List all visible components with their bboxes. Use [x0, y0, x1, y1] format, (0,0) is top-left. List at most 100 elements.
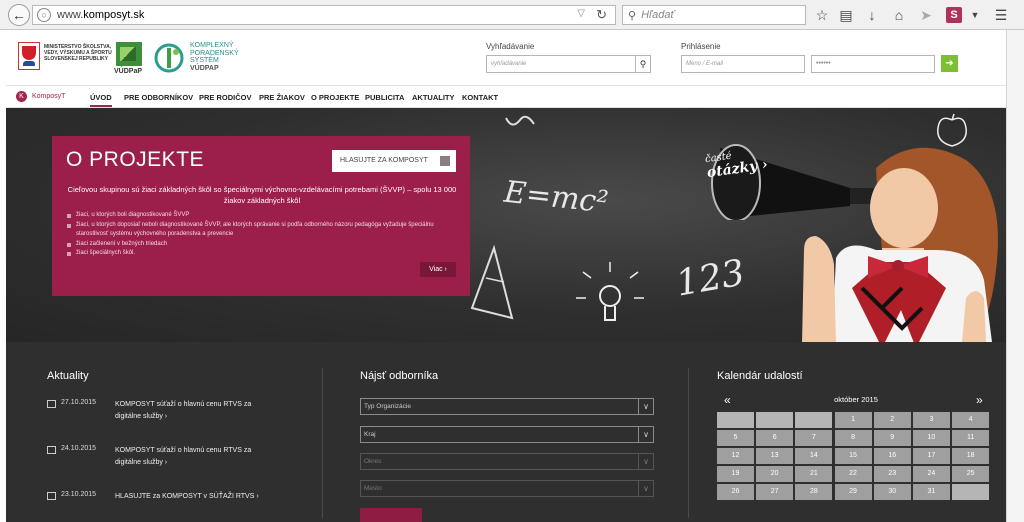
vudpp-logo[interactable]: [116, 42, 142, 66]
news-link[interactable]: KOMPOSYT súťaží o hlavnú cenu RTVS za di…: [115, 399, 275, 423]
calendar-empty-cell: [756, 412, 794, 428]
extension-menu-chevron-icon[interactable]: ▼: [966, 6, 984, 24]
login-email-field[interactable]: Meno / E-mail: [681, 55, 805, 73]
nav-item-pre-odbornikov[interactable]: PRE ODBORNÍKOV: [124, 93, 193, 102]
calendar-day[interactable]: 14: [795, 448, 833, 464]
calendar-day[interactable]: 1: [834, 412, 872, 428]
calendar-day[interactable]: 22: [834, 466, 872, 482]
browser-search-box[interactable]: ⚲ Hľadať: [622, 5, 806, 25]
nav-item-aktuality[interactable]: AKTUALITY: [412, 93, 455, 102]
calendar-day[interactable]: 9: [873, 430, 911, 446]
district-select[interactable]: Okres ∨: [360, 453, 654, 470]
send-icon[interactable]: ➤: [917, 6, 935, 24]
bottom-section: Aktuality 27.10.2015 KOMPOSYT súťaží o h…: [6, 342, 1006, 522]
list-item: žiaci špeciálnych škôl.: [66, 249, 458, 259]
calendar-day[interactable]: 20: [756, 466, 794, 482]
news-date: 23.10.2015: [61, 491, 97, 498]
promo-lead: Cieľovou skupinou sú žiaci základných šk…: [67, 185, 457, 205]
city-select[interactable]: Mesto ∨: [360, 480, 654, 497]
search-button[interactable]: ⚲: [636, 55, 651, 73]
organization-type-select[interactable]: Typ Organizácie ∨: [360, 398, 654, 415]
calendar-day[interactable]: 15: [834, 448, 872, 464]
nav-brand[interactable]: K KomposyT: [16, 91, 65, 102]
news-link[interactable]: KOMPOSYT súťaží o hlavnú cenu RTVS za di…: [115, 445, 275, 469]
nav-brand-label: KomposyT: [32, 93, 66, 100]
calendar-icon: [47, 446, 56, 454]
region-select[interactable]: Kraj ∨: [360, 426, 654, 443]
list-item: žiaci, u ktorých boli diagnostikované ŠV…: [66, 211, 458, 221]
back-icon[interactable]: ←: [8, 4, 30, 26]
news-date: 24.10.2015: [61, 445, 97, 452]
calendar-day[interactable]: 5: [717, 430, 754, 446]
calendar-title: Kalendár udalostí: [717, 370, 803, 382]
browser-search-placeholder: Hľadať: [641, 9, 675, 21]
calendar-day[interactable]: 7: [795, 430, 833, 446]
calendar-day[interactable]: 19: [717, 466, 754, 482]
nav-item-publicita[interactable]: PUBLICITA: [365, 93, 404, 102]
globe-icon: ○: [37, 8, 51, 22]
calendar-next-button[interactable]: »: [976, 393, 983, 407]
list-item: žiaci začlenení v bežných triedach: [66, 240, 458, 250]
bookmark-star-icon[interactable]: ☆: [813, 6, 831, 24]
download-icon[interactable]: ↓: [863, 6, 881, 24]
kps-logo[interactable]: [154, 42, 184, 74]
promo-bullet-list: žiaci, u ktorých boli diagnostikované ŠV…: [66, 211, 458, 259]
nav-item-pre-ziakov[interactable]: PRE ŽIAKOV: [259, 93, 305, 102]
calendar-grid: 1 2 3 4 5 6 7 8 9 10 11 12 13 14 15 16 17 18 19 20 21 22 23 24 2…: [717, 412, 993, 500]
extension-s-icon[interactable]: S: [946, 7, 962, 23]
nav-item-pre-rodicov[interactable]: PRE RODIČOV: [199, 93, 252, 102]
calendar-day[interactable]: 21: [795, 466, 833, 482]
login-button[interactable]: ➔: [941, 55, 958, 72]
login-label: Prihlásenie: [681, 42, 721, 51]
calendar-day[interactable]: 26: [717, 484, 754, 500]
calendar-day[interactable]: 11: [952, 430, 990, 446]
dropdown-icon[interactable]: ▽: [577, 8, 585, 19]
reading-list-icon[interactable]: ▤: [837, 6, 855, 24]
calendar-day[interactable]: 31: [912, 484, 950, 500]
calendar-day[interactable]: 24: [912, 466, 950, 482]
calendar-day[interactable]: 12: [717, 448, 754, 464]
address-bar[interactable]: ○ www.komposyt.sk ▽ ↻: [32, 5, 616, 25]
more-button[interactable]: Viac ›: [420, 262, 456, 277]
home-icon[interactable]: ⌂: [890, 6, 908, 24]
reload-icon[interactable]: ↻: [596, 7, 607, 23]
calendar-day[interactable]: 2: [873, 412, 911, 428]
calendar-day[interactable]: 18: [952, 448, 990, 464]
calendar-day[interactable]: 16: [873, 448, 911, 464]
search-label: Vyhľadávanie: [486, 42, 535, 51]
news-title: Aktuality: [47, 370, 89, 382]
vote-button[interactable]: HLASUJTE ZA KOMPOSYT: [332, 150, 456, 172]
news-date: 27.10.2015: [61, 399, 97, 406]
calendar-day[interactable]: 23: [873, 466, 911, 482]
calendar-day[interactable]: 27: [756, 484, 794, 500]
calendar-day[interactable]: 17: [912, 448, 950, 464]
calendar-day[interactable]: 4: [952, 412, 990, 428]
site-search-input[interactable]: vyhľadávanie: [486, 55, 636, 73]
calendar-day[interactable]: 13: [756, 448, 794, 464]
hamburger-menu-icon[interactable]: ☰: [992, 6, 1010, 24]
nav-item-o-projekte[interactable]: O PROJEKTE: [311, 93, 359, 102]
page-scrollbar[interactable]: [1006, 30, 1024, 522]
calendar-day[interactable]: 6: [756, 430, 794, 446]
calendar-day[interactable]: 8: [834, 430, 872, 446]
chevron-down-icon: ∨: [638, 427, 653, 442]
girl-photo: [802, 147, 998, 342]
hero-banner: E=mc² 123 O PROJEKTE HLASUJTE ZA KOMPOSY…: [6, 108, 1006, 342]
ministry-logo-text: Ministerstvo školstva, vedy, výskumu a š…: [44, 44, 112, 62]
nav-item-kontakt[interactable]: KONTAKT: [462, 93, 498, 102]
calendar-day[interactable]: 28: [795, 484, 833, 500]
login-password-field[interactable]: ••••••: [811, 55, 935, 73]
news-link[interactable]: HLASUJTE za KOMPOSYT v SÚŤAŽI RTVS ›: [115, 491, 275, 503]
calendar-day[interactable]: 3: [912, 412, 950, 428]
calendar-empty-cell: [795, 412, 833, 428]
site-header: Ministerstvo školstva, vedy, výskumu a š…: [6, 30, 1006, 86]
find-expert-button[interactable]: [360, 508, 422, 522]
project-promo-box: O PROJEKTE HLASUJTE ZA KOMPOSYT Cieľovou…: [52, 136, 470, 296]
calendar-day[interactable]: 25: [952, 466, 990, 482]
calendar-day[interactable]: 29: [834, 484, 872, 500]
chevron-down-icon: ∨: [638, 399, 653, 414]
calendar-day[interactable]: 10: [912, 430, 950, 446]
nav-item-uvod[interactable]: ÚVOD: [90, 93, 112, 107]
calendar-prev-button[interactable]: «: [724, 393, 731, 407]
calendar-day[interactable]: 30: [873, 484, 911, 500]
